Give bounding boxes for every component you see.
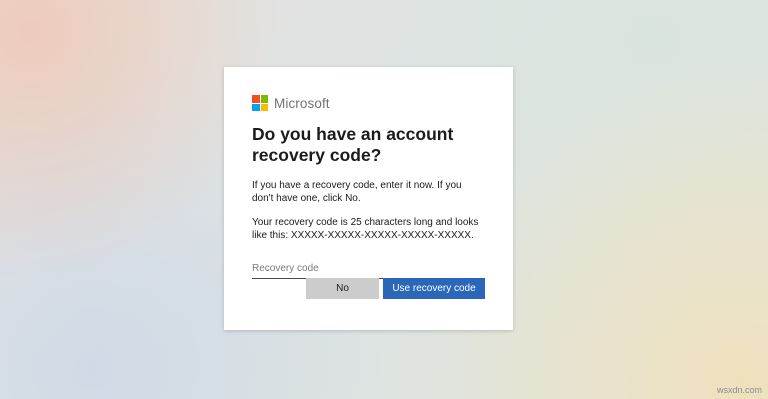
dialog-title: Do you have an account recovery code? <box>252 124 454 165</box>
recovery-code-input[interactable] <box>252 259 484 278</box>
recovery-code-field <box>252 258 484 279</box>
brand-header: Microsoft <box>252 95 485 111</box>
logo-square-red <box>252 95 260 103</box>
format-hint-text: Your recovery code is 25 characters long… <box>252 217 479 241</box>
use-recovery-code-button[interactable]: Use recovery code <box>383 278 485 299</box>
no-button[interactable]: No <box>306 278 379 299</box>
site-watermark: wsxdn.com <box>716 385 762 395</box>
brand-name: Microsoft <box>274 95 330 111</box>
instruction-text: If you have a recovery code, enter it no… <box>252 180 462 204</box>
dialog-actions: No Use recovery code <box>306 278 485 299</box>
logo-square-yellow <box>260 103 268 111</box>
logo-square-green <box>260 95 268 103</box>
recovery-dialog: Microsoft Do you have an account recover… <box>224 67 513 330</box>
microsoft-logo-icon <box>252 95 268 111</box>
logo-square-blue <box>252 103 260 111</box>
